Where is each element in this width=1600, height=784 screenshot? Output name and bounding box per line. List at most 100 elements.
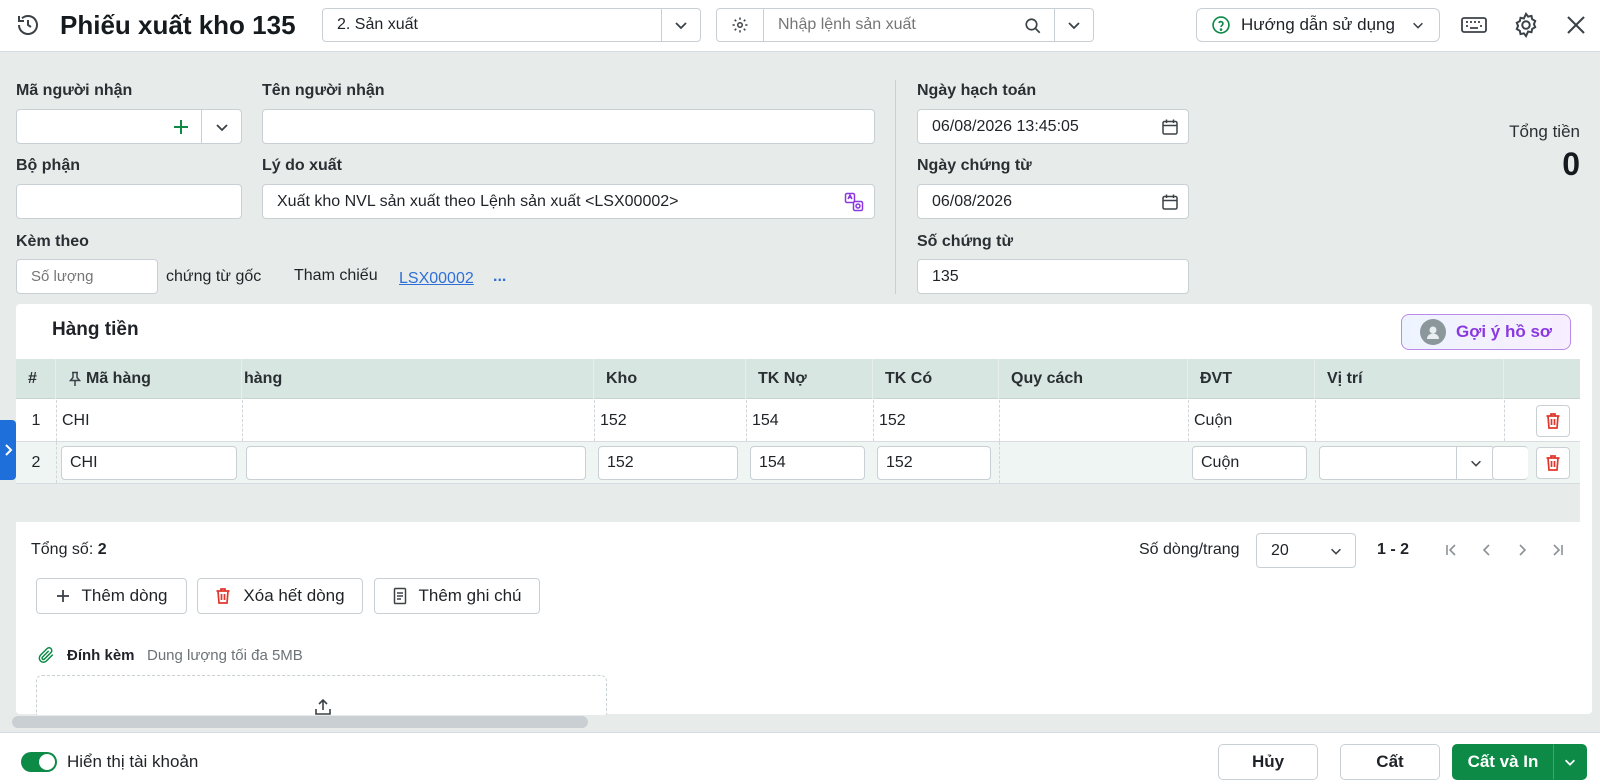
col-header-tk-co: TK Có (873, 359, 999, 399)
tham-chieu-label: Tham chiếu (294, 267, 378, 284)
edit-ten-hang[interactable] (246, 446, 586, 480)
voucher-type-value: 2. Sản xuất (337, 16, 418, 33)
first-page-icon[interactable] (1444, 542, 1460, 558)
cancel-button[interactable]: Hủy (1218, 744, 1318, 780)
col-header-vi-tri: Vị trí (1315, 359, 1504, 399)
table-row[interactable]: 1 CHI 152 154 152 Cuộn (16, 400, 1580, 442)
cell-kho[interactable]: 152 (594, 400, 746, 441)
next-page-icon[interactable] (1514, 542, 1530, 558)
ten-nguoi-nhan-field[interactable] (262, 109, 875, 144)
keyboard-icon[interactable] (1460, 13, 1488, 37)
horizontal-scrollbar[interactable] (12, 716, 588, 728)
save-print-label: Cất và In (1467, 752, 1539, 771)
col-header-actions (1504, 359, 1580, 399)
ly-do-xuat-value: Xuất kho NVL sản xuất theo Lệnh sản xuất… (277, 192, 679, 210)
cell-quy-cach[interactable] (999, 442, 1188, 483)
page-size-select[interactable]: 20 (1256, 533, 1356, 568)
attachment-hint: Dung lượng tối đa 5MB (147, 647, 303, 664)
col-header-ma-hang-label: Mã hàng (86, 370, 151, 387)
so-luong-input[interactable] (31, 268, 141, 285)
add-row-label: Thêm dòng (81, 586, 168, 605)
cell-tk-co[interactable]: 152 (873, 400, 999, 441)
row-number: 2 (31, 453, 41, 471)
translate-icon[interactable] (844, 192, 864, 212)
cell-ten-hang[interactable] (242, 400, 594, 441)
delete-all-rows-button[interactable]: Xóa hết dòng (197, 578, 363, 614)
tham-chieu-link[interactable]: LSX00002 (399, 270, 474, 288)
save-print-dropdown[interactable] (1553, 744, 1587, 780)
plus-icon (56, 590, 69, 602)
production-order-search[interactable] (763, 8, 1055, 42)
search-dropdown-button[interactable] (1054, 8, 1094, 42)
side-panel-toggle[interactable] (0, 420, 16, 480)
so-chung-tu-field[interactable]: 135 (917, 259, 1189, 294)
tham-chieu-more-button[interactable]: ... (493, 268, 506, 286)
edit-kho[interactable]: 152 (598, 446, 738, 480)
settings-icon[interactable] (1512, 11, 1540, 39)
add-icon[interactable] (173, 119, 189, 135)
table-header: # Mã hàng hàng Kho TK Nợ TK Có Quy cách … (16, 359, 1580, 399)
add-note-button[interactable]: Thêm ghi chú (374, 578, 540, 614)
save-button[interactable]: Cất (1340, 744, 1440, 780)
voucher-type-select[interactable]: 2. Sản xuất (322, 8, 662, 42)
delete-row-button[interactable] (1536, 447, 1570, 479)
chevron-down-icon (1413, 22, 1423, 29)
ma-nguoi-nhan-field[interactable] (16, 109, 202, 144)
row-number: 1 (31, 411, 41, 429)
edit-dvt[interactable]: Cuộn (1192, 446, 1307, 480)
bo-phan-field[interactable] (16, 184, 242, 219)
tong-tien-label: Tổng tiền (1509, 122, 1580, 141)
trash-icon (216, 588, 230, 604)
edit-vi-tri-select[interactable] (1319, 446, 1495, 480)
edit-tk-no[interactable]: 154 (750, 446, 865, 480)
add-row-button[interactable]: Thêm dòng (36, 578, 187, 614)
delete-all-rows-label: Xóa hết dòng (243, 586, 345, 605)
page-title: Phiếu xuất kho 135 (60, 10, 296, 40)
edit-tk-co[interactable]: 152 (877, 446, 991, 480)
chevron-down-icon (1470, 460, 1481, 467)
total-label: Tổng số: (31, 541, 94, 558)
calendar-icon[interactable] (1161, 118, 1179, 136)
col-header-ma-hang[interactable]: Mã hàng (56, 359, 242, 399)
edit-ma-hang[interactable]: CHI (61, 446, 237, 480)
so-luong-field[interactable] (16, 259, 158, 294)
col-header-ten-hang: hàng (242, 359, 594, 399)
cell-dvt[interactable]: Cuộn (1188, 400, 1315, 441)
suggest-profile-label: Gợi ý hồ sơ (1456, 322, 1552, 341)
chevron-down-icon (1565, 759, 1575, 766)
history-icon[interactable] (16, 13, 40, 37)
help-button[interactable]: Hướng dẫn sử dụng (1196, 8, 1440, 42)
cell-quy-cach[interactable] (999, 400, 1188, 441)
table-row-editing[interactable]: 2 CHI 152 154 152 Cuộn (16, 442, 1580, 484)
ngay-hach-toan-field[interactable]: 06/08/2026 13:45:05 (917, 109, 1189, 144)
cell-tk-no[interactable]: 154 (746, 400, 873, 441)
delete-row-button[interactable] (1536, 405, 1570, 437)
cell-vi-tri[interactable] (1315, 400, 1504, 441)
so-chung-tu-value: 135 (932, 267, 959, 285)
attachment-dropzone[interactable] (36, 675, 607, 715)
search-icon[interactable] (1024, 17, 1042, 35)
search-settings-button[interactable] (716, 8, 764, 42)
save-print-button[interactable]: Cất và In (1452, 744, 1554, 780)
production-order-input[interactable] (778, 16, 1008, 34)
last-page-icon[interactable] (1549, 542, 1565, 558)
ma-nguoi-nhan-dropdown[interactable] (201, 109, 242, 144)
prev-page-icon[interactable] (1479, 542, 1495, 558)
show-account-toggle[interactable] (21, 752, 57, 772)
vi-tri-dropdown-button[interactable] (1456, 447, 1494, 479)
suggest-profile-button[interactable]: Gợi ý hồ sơ (1401, 314, 1571, 350)
paperclip-icon (37, 646, 55, 664)
col-header-number: # (16, 359, 56, 399)
close-icon[interactable] (1565, 14, 1587, 36)
cell-ma-hang[interactable]: CHI (56, 400, 242, 441)
chevron-down-icon (1068, 22, 1080, 30)
voucher-type-dropdown-button[interactable] (661, 8, 701, 42)
assistant-avatar-icon (1420, 319, 1447, 345)
ly-do-xuat-field[interactable]: Xuất kho NVL sản xuất theo Lệnh sản xuất… (262, 184, 875, 219)
edit-extra[interactable] (1492, 446, 1528, 480)
empty-grid-area (16, 484, 1580, 522)
ngay-chung-tu-field[interactable]: 06/08/2026 (917, 184, 1189, 219)
pin-icon[interactable] (68, 371, 82, 387)
col-header-dvt: ĐVT (1188, 359, 1315, 399)
calendar-icon[interactable] (1161, 193, 1179, 211)
